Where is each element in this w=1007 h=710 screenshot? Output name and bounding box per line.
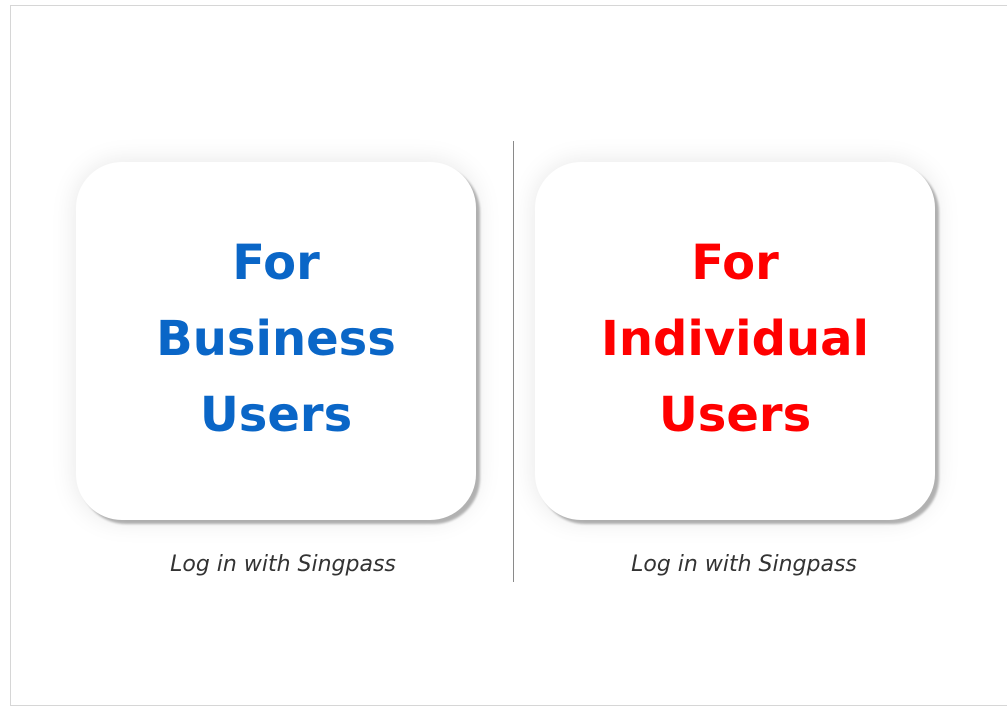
business-card-line-2: Business [156, 311, 396, 367]
individual-card-line-2: Individual [601, 311, 869, 367]
business-card-line-3: Users [199, 387, 353, 443]
individual-singpass-caption[interactable]: Log in with Singpass [544, 550, 944, 580]
business-singpass-caption[interactable]: Log in with Singpass [83, 550, 483, 580]
business-card-line-1: For [232, 235, 320, 291]
individual-card-line-1: For [691, 235, 779, 291]
individual-card-line-3: Users [658, 387, 812, 443]
vertical-divider [513, 141, 514, 582]
business-users-button[interactable]: For Business Users [76, 162, 476, 520]
individual-users-button[interactable]: For Individual Users [535, 162, 935, 520]
login-selection-panel: For Business Users Log in with Singpass … [10, 5, 1007, 706]
